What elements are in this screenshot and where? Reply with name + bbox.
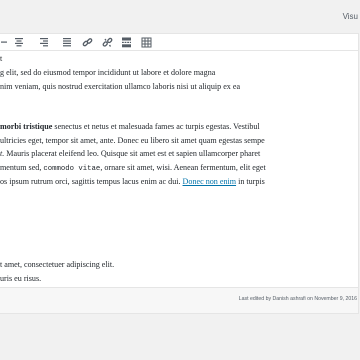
editor-toolbar <box>0 34 358 51</box>
text-run: Mauris placerat eleifend leo. Quisque si… <box>4 149 261 158</box>
align-justify-icon[interactable] <box>59 34 75 50</box>
tab-visual[interactable]: Visu <box>343 12 360 21</box>
text-run: in turpis <box>236 177 265 186</box>
text-run: , ornare sit amet, wisi. Aenean fermentu… <box>100 163 266 172</box>
paragraph-1-line: t <box>0 54 3 63</box>
text-run: mentum sed, <box>0 163 44 172</box>
text-run: senectus et netus et malesuada fames ac … <box>52 122 260 131</box>
unlink-icon[interactable] <box>99 34 115 50</box>
editor-status-bar: Last edited by Danish ashrafi on Novembe… <box>0 288 359 314</box>
read-more-icon[interactable] <box>118 34 134 50</box>
editor-area: t g elit, sed do eiusmod tempor incididu… <box>0 33 359 288</box>
paragraph-1-line: nim veniam, quis nostrud exercitation ul… <box>0 82 241 91</box>
inline-code: commodo vitae <box>43 165 101 173</box>
paragraph-2-line: os ipsum rutrum orci, sagittis tempus la… <box>0 175 265 188</box>
paragraph-2-line: t. Mauris placerat eleifend leo. Quisque… <box>0 147 260 160</box>
paragraph-3-line: t amet, consectetuer adipiscing elit. <box>0 260 115 269</box>
link-icon[interactable] <box>79 34 95 50</box>
paragraph-3-line: uris eu risus. <box>0 274 42 283</box>
align-right-icon[interactable] <box>36 34 52 50</box>
bold-text: morbi tristique <box>0 122 53 131</box>
align-center-icon[interactable] <box>11 34 27 50</box>
paragraph-1-line: g elit, sed do eiusmod tempor incididunt… <box>0 68 216 77</box>
paragraph-2-line: ultricies eget, tempor sit amet, ante. D… <box>0 136 265 145</box>
editor-top-bar: Visu <box>0 0 360 33</box>
text-run: os ipsum rutrum orci, sagittis tempus la… <box>0 177 183 186</box>
content-link[interactable]: Donec non enim <box>183 177 237 186</box>
paragraph-2-line: morbi tristique senectus et netus et mal… <box>0 120 260 133</box>
paragraph-2-line: mentum sed, commodo vitae, ornare sit am… <box>0 161 266 176</box>
last-edited-text: Last edited by Danish ashrafi on Novembe… <box>238 296 357 302</box>
toolbar-toggle-icon[interactable] <box>138 34 154 50</box>
